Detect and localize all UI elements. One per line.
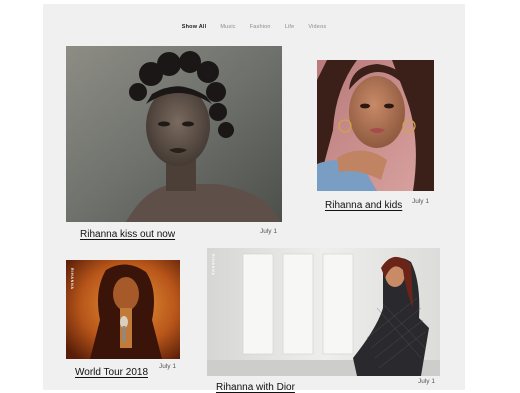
post-2-caption[interactable]: Rihanna and kids [325, 200, 402, 211]
filter-life[interactable]: Life [285, 24, 295, 30]
post-1-photo[interactable] [66, 46, 282, 222]
filter-fashion[interactable]: Fashion [250, 24, 271, 30]
post-4-date: July 1 [418, 378, 435, 385]
post-1-date: July 1 [260, 228, 277, 235]
filter-show-all[interactable]: Show All [182, 24, 207, 30]
post-4-photo[interactable]: RIHANNA [207, 248, 440, 376]
post-4-caption[interactable]: Rihanna with Dior [216, 382, 295, 393]
photo-watermark: RIHANNA [211, 254, 215, 276]
post-3-date: July 1 [159, 363, 176, 370]
post-2-photo[interactable] [317, 60, 434, 191]
photo-watermark: RIHANNA [70, 268, 74, 290]
post-3-photo[interactable]: RIHANNA [66, 260, 180, 359]
filter-nav: Show All Music Fashion Life Videos [43, 24, 465, 30]
post-2-date: July 1 [412, 198, 429, 205]
gallery-panel: Show All Music Fashion Life Videos Rihan… [43, 4, 465, 393]
post-3-caption[interactable]: World Tour 2018 [75, 367, 148, 378]
filter-music[interactable]: Music [220, 24, 235, 30]
filter-videos[interactable]: Videos [308, 24, 326, 30]
post-1-caption[interactable]: Rihanna kiss out now [80, 229, 175, 240]
